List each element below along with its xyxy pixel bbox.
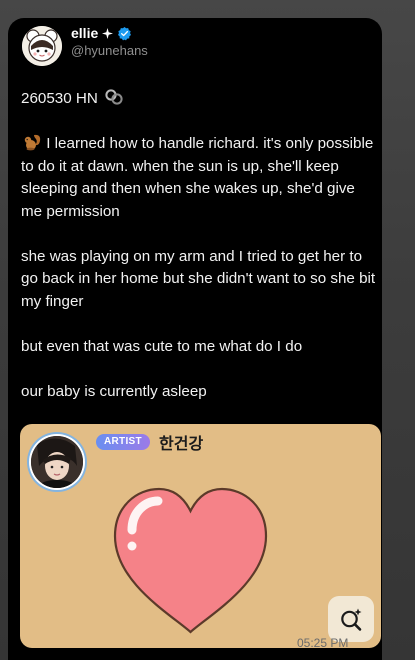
post-paragraph-4: our baby is currently asleep <box>21 382 207 400</box>
post-paragraph-1-text: I learned how to handle richard. it's on… <box>21 135 378 220</box>
artist-profile-picture <box>27 432 87 492</box>
author-display-name[interactable]: ellie <box>71 25 98 41</box>
squirrel-emoji-icon <box>24 134 41 151</box>
sparkle-icon <box>102 27 114 39</box>
artist-photo-image <box>31 436 83 488</box>
attached-media[interactable]: ARTIST 한건강 <box>20 424 381 648</box>
post-paragraph-3: but even that was cute to me what do I d… <box>21 337 303 355</box>
post-paragraph-1: I learned how to handle richard. it's on… <box>21 133 376 223</box>
post-date-text: 260530 HN <box>21 90 98 107</box>
user-avatar-image <box>22 26 62 66</box>
user-avatar[interactable] <box>22 26 62 66</box>
link-rings-icon <box>105 89 123 105</box>
post-timestamp: 05:25 PM <box>297 636 349 650</box>
author-name-row[interactable]: ellie <box>71 25 132 41</box>
artist-name: 한건강 <box>159 436 204 453</box>
post-paragraph-2: she was playing on my arm and I tried to… <box>21 247 380 310</box>
visual-search-icon <box>341 608 362 631</box>
post-body: 260530 HN I learned how to handle richar… <box>21 88 376 403</box>
artist-badge: ARTIST <box>96 434 150 450</box>
heart-icon <box>113 487 268 634</box>
post-card[interactable]: ellie @hyunehans 260530 HN I learned how… <box>8 18 382 660</box>
verified-badge-icon <box>118 26 132 40</box>
post-paragraph-date: 260530 HN <box>21 88 376 111</box>
author-handle[interactable]: @hyunehans <box>71 43 148 58</box>
